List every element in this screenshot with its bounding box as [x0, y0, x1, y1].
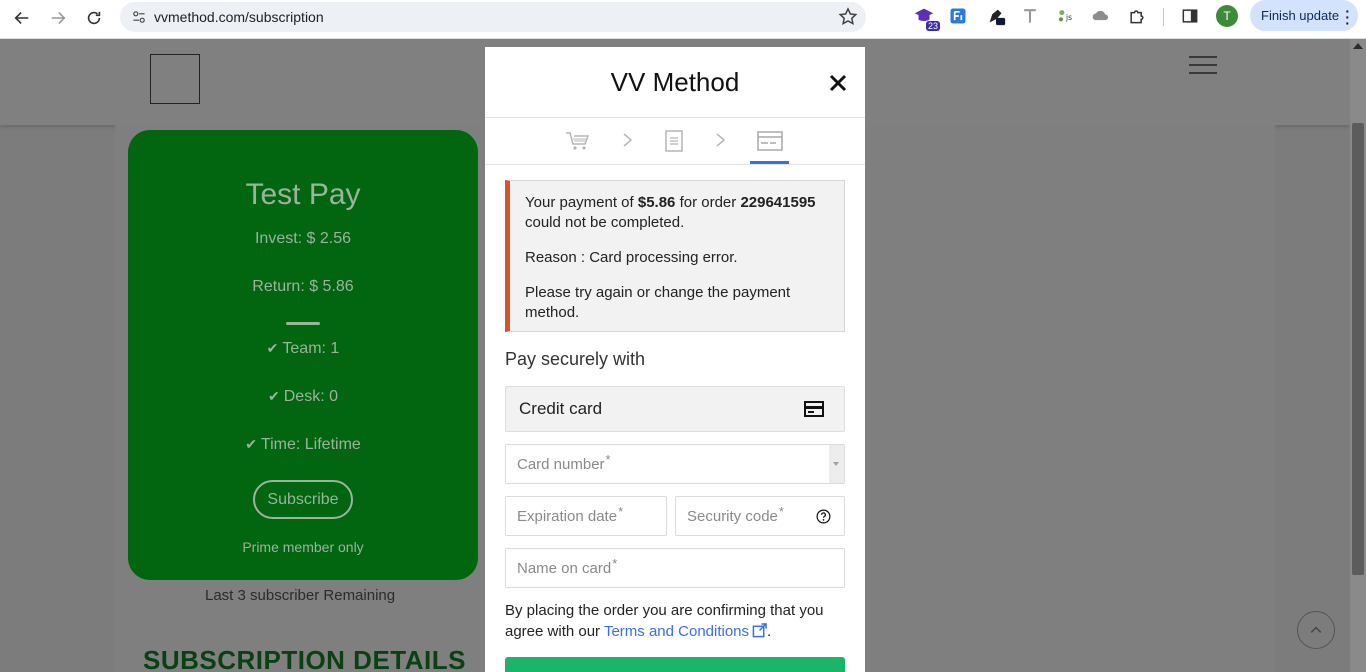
error-text: could not be completed.: [525, 214, 685, 231]
security-code-input[interactable]: Security code *: [675, 496, 845, 536]
credit-card-icon: [804, 401, 824, 417]
scroll-up-arrow-icon[interactable]: [1353, 43, 1363, 49]
error-text: Your payment of: [525, 194, 638, 211]
extension-badge: 23: [925, 21, 940, 31]
forward-button[interactable]: [40, 0, 76, 36]
back-button[interactable]: [4, 0, 40, 36]
plan-time-label: Time: Lifetime: [260, 436, 361, 453]
terms-notice: By placing the order you are confirming …: [505, 600, 845, 642]
remaining-subscribers-text: Last 3 subscriber Remaining: [205, 587, 396, 604]
security-code-placeholder: Security code: [687, 507, 778, 525]
url-text: vvmethod.com/subscription: [154, 9, 324, 25]
card-type-dropdown-icon[interactable]: [829, 445, 844, 483]
payment-method-label: Credit card: [519, 399, 603, 418]
modal-title: VV Method: [610, 67, 740, 97]
terms-suffix: .: [767, 623, 772, 640]
back-arrow-icon: [14, 12, 29, 24]
check-icon: ✔: [268, 388, 280, 404]
plan-return: Return: $ 5.86: [252, 278, 354, 295]
required-mark: *: [618, 503, 624, 519]
name-on-card-input[interactable]: Name on card *: [505, 548, 845, 588]
scroll-to-top-button[interactable]: [1297, 611, 1335, 649]
payment-error-alert: Your payment of $5.86 for order 22964159…: [505, 180, 845, 332]
error-reason: Reason : Card processing error.: [525, 249, 738, 266]
profile-avatar[interactable]: T: [1216, 5, 1238, 27]
chevron-right-icon: [716, 133, 726, 147]
plan-card: Test Pay Invest: $ 2.56 Return: $ 5.86 ✔…: [128, 130, 478, 580]
error-text: for order: [675, 194, 741, 211]
pen-extension-icon[interactable]: [984, 4, 1008, 28]
required-mark: *: [612, 555, 618, 571]
js-extension-icon[interactable]: js: [1054, 4, 1078, 28]
place-order-button[interactable]: Place order: [505, 657, 845, 672]
check-icon: ✔: [245, 436, 257, 452]
plan-divider: [286, 322, 320, 325]
subscribe-button[interactable]: Subscribe: [253, 480, 353, 519]
plan-note: Prime member only: [242, 539, 364, 555]
svg-text:js: js: [1065, 13, 1072, 22]
chevron-up-icon: [1310, 626, 1322, 633]
terms-link[interactable]: Terms and Conditions: [604, 623, 749, 640]
extensions-puzzle-icon[interactable]: [1125, 4, 1149, 28]
payment-card-step-icon[interactable]: [757, 130, 783, 152]
plan-desk-label: Desk: 0: [283, 388, 338, 405]
reload-button[interactable]: [76, 0, 112, 36]
address-bar[interactable]: vvmethod.com/subscription: [120, 2, 866, 32]
checkout-steps: [485, 118, 865, 164]
divider: [485, 164, 865, 165]
card-number-input[interactable]: Card number *: [505, 444, 845, 484]
subscription-details-heading: SUBSCRIPTION DETAILS: [143, 645, 466, 672]
expiration-date-input[interactable]: Expiration date *: [505, 496, 667, 536]
chevron-right-icon: [623, 133, 633, 147]
card-number-placeholder: Card number: [517, 455, 605, 473]
check-icon: ✔: [266, 340, 279, 356]
pay-securely-label: Pay securely with: [505, 349, 646, 369]
required-mark: *: [778, 503, 784, 519]
error-order-id: 229641595: [740, 194, 816, 211]
browser-toolbar: vvmethod.com/subscription 23 js T Finish…: [0, 0, 1366, 39]
cloud-extension-icon[interactable]: [1089, 4, 1113, 28]
reload-icon: [87, 11, 101, 25]
name-on-card-placeholder: Name on card: [517, 559, 612, 577]
finish-update-button[interactable]: Finish update · · ·: [1250, 0, 1358, 31]
error-advice: Please try again or change the payment m…: [525, 284, 791, 321]
text-extension-icon[interactable]: [1018, 4, 1042, 28]
bookmark-star-icon[interactable]: [838, 7, 858, 27]
more-menu-icon: · · ·: [1345, 3, 1350, 31]
scrollbar-thumb[interactable]: [1352, 123, 1364, 575]
site-info-icon[interactable]: [124, 2, 154, 32]
order-summary-icon[interactable]: [661, 130, 687, 152]
required-mark: *: [605, 451, 611, 467]
plan-time: ✔ Time: Lifetime: [128, 436, 478, 454]
forward-arrow-icon: [51, 12, 66, 24]
payment-modal: VV Method Your payment of $5.86 for orde…: [485, 47, 865, 672]
hamburger-menu-icon[interactable]: [1189, 56, 1217, 80]
site-logo-broken-image[interactable]: [150, 54, 200, 104]
finish-update-label: Finish update: [1261, 8, 1340, 23]
close-icon[interactable]: [826, 71, 850, 95]
side-panel-icon[interactable]: [1178, 4, 1202, 28]
plan-team: ✔ Team: 1: [128, 340, 478, 358]
page-scrollbar[interactable]: [1350, 39, 1366, 672]
error-message: Your payment of $5.86 for order 22964159…: [525, 193, 830, 233]
cart-icon[interactable]: [565, 130, 591, 152]
help-question-icon[interactable]: [816, 509, 831, 524]
plan-team-label: Team: 1: [282, 340, 340, 357]
external-link-icon[interactable]: [752, 623, 767, 638]
fi-extension-icon[interactable]: [946, 4, 970, 28]
toolbar-divider: [1163, 8, 1164, 26]
plan-invest: Invest: $ 2.56: [254, 230, 352, 247]
graduation-cap-extension-icon[interactable]: 23: [912, 4, 940, 31]
plan-title: Test Pay: [245, 178, 361, 211]
payment-method-selector[interactable]: Credit card: [505, 386, 845, 432]
plan-desk: ✔ Desk: 0: [128, 388, 478, 406]
error-amount: $5.86: [637, 194, 676, 211]
expiration-placeholder: Expiration date: [517, 507, 618, 525]
